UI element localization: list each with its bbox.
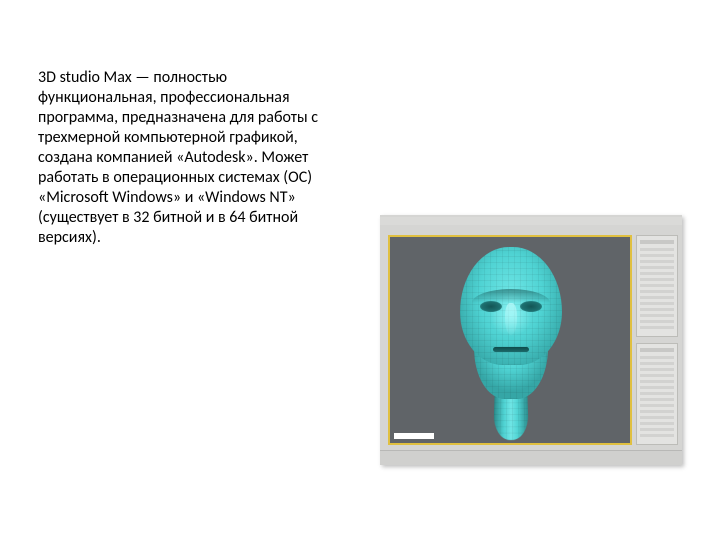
viewport-perspective <box>388 235 632 445</box>
description-text: 3D studio Max — полностью функциональная… <box>38 68 328 248</box>
model-nose <box>505 303 517 335</box>
status-bar <box>380 450 682 465</box>
model-eye-left <box>480 301 502 312</box>
viewport-label <box>394 433 434 439</box>
head-model <box>446 245 574 441</box>
model-eye-right <box>520 301 542 312</box>
app-menubar <box>380 217 682 225</box>
command-panel-top <box>636 235 678 337</box>
embedded-screenshot <box>380 215 682 465</box>
model-mouth <box>493 347 529 352</box>
command-panel-bottom <box>636 343 678 445</box>
